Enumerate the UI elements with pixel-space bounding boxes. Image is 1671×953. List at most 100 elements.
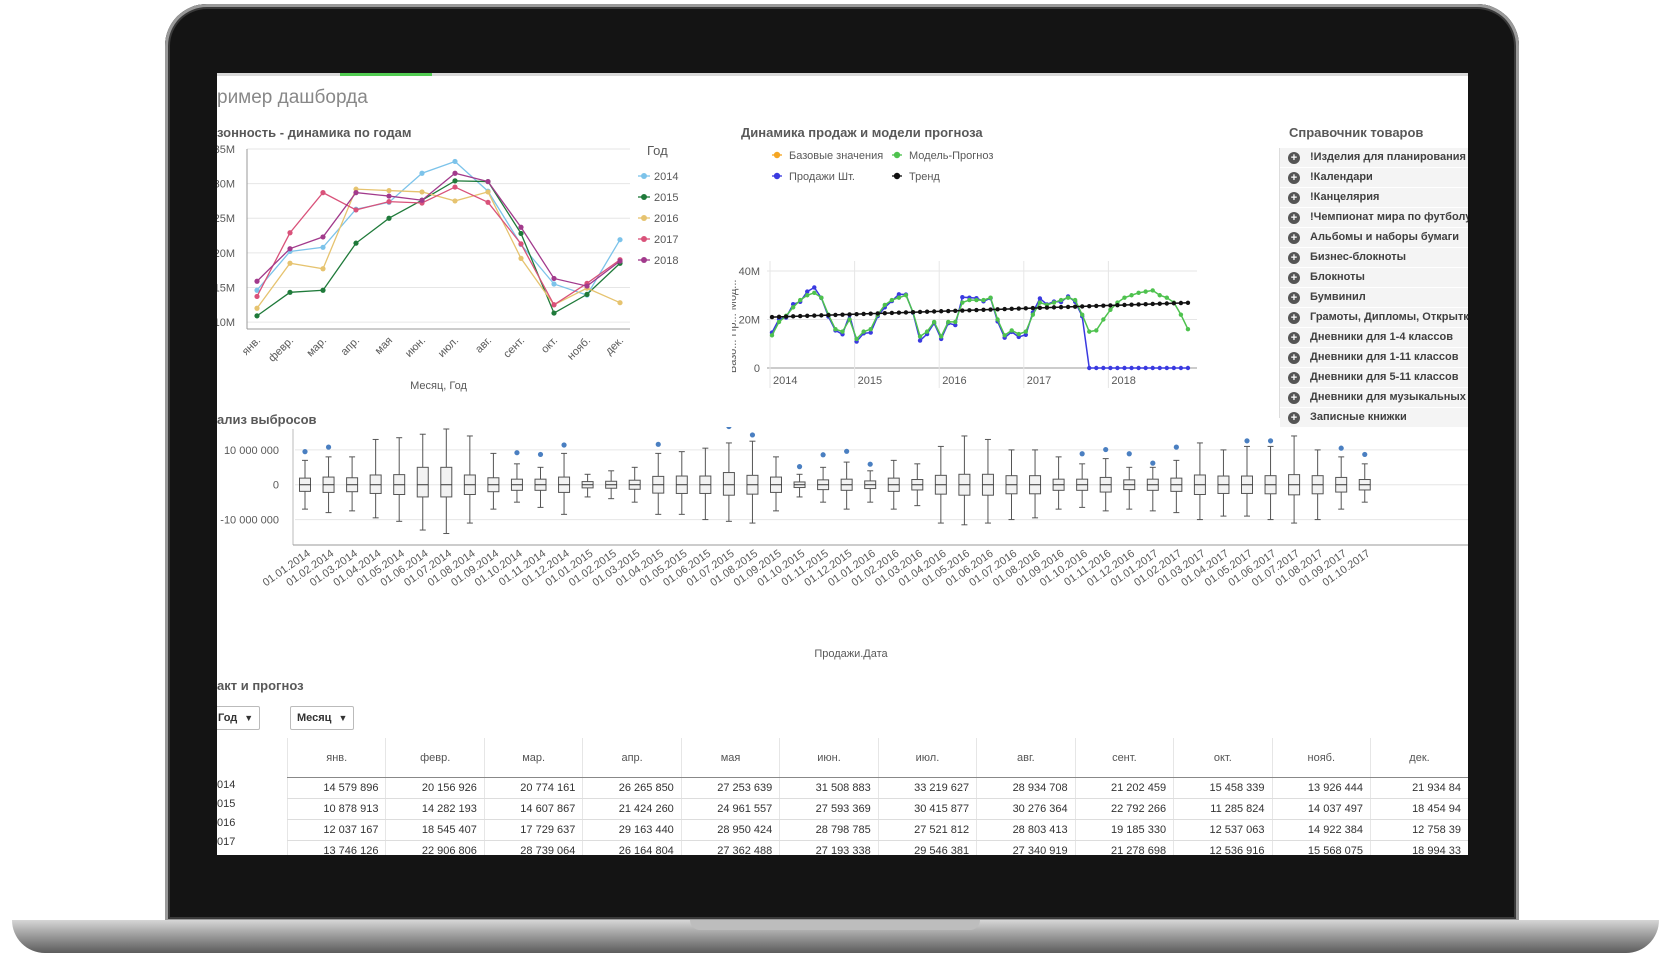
data-point	[995, 307, 1000, 312]
column-header[interactable]: мая	[680, 738, 780, 778]
catalog-item[interactable]: + !Изделия для планирования	[1280, 148, 1468, 168]
x-tick-label: мар.	[304, 335, 329, 360]
data-point	[1030, 305, 1036, 311]
column-header[interactable]: сент.	[1074, 738, 1174, 778]
column-header[interactable]: апр.	[582, 738, 682, 778]
outlier-point	[749, 432, 756, 438]
data-point	[981, 297, 986, 303]
catalog-item[interactable]: + Дневники для музыкальных школ	[1280, 388, 1468, 408]
data-point	[1164, 295, 1169, 300]
forecast-chart[interactable]: Базовые значения Модель-Прогноз Продажи Шт…	[732, 143, 1262, 413]
plus-circle-icon[interactable]: +	[1288, 151, 1300, 164]
legend-marker	[773, 172, 781, 180]
catalog-item-label: !Изделия для планирования	[1310, 151, 1466, 163]
column-header[interactable]: мар.	[483, 738, 583, 778]
plus-circle-icon[interactable]: +	[1288, 171, 1300, 184]
table-cell: 18 994 33	[1369, 840, 1468, 855]
catalog-item[interactable]: + Записные книжки	[1280, 408, 1468, 428]
column-header[interactable]: авг.	[976, 738, 1076, 778]
table-cell: 28 739 064	[483, 840, 583, 855]
plus-circle-icon[interactable]: +	[1288, 391, 1300, 404]
column-header[interactable]: нояб.	[1271, 738, 1371, 778]
plus-circle-icon[interactable]: +	[1288, 371, 1300, 384]
data-point	[826, 312, 831, 318]
data-point	[769, 314, 775, 320]
column-header[interactable]: окт.	[1173, 738, 1273, 778]
plus-circle-icon[interactable]: +	[1288, 411, 1300, 424]
data-point-2016	[518, 255, 524, 261]
x-tick-label: авг.	[473, 335, 494, 356]
data-point	[1023, 306, 1028, 311]
data-point-2018	[353, 190, 359, 196]
table-cell: 22 906 806	[385, 840, 485, 855]
data-point	[847, 317, 852, 322]
data-point	[910, 310, 916, 315]
y-tick-label: 20M	[217, 248, 235, 260]
plus-circle-icon[interactable]: +	[1288, 271, 1300, 284]
catalog-item[interactable]: + Грамоты, Дипломы, Открытки	[1280, 308, 1468, 328]
catalog-item[interactable]: + Дневники для 1-11 классов	[1280, 348, 1468, 368]
catalog-item[interactable]: + Дневники для 5-11 классов	[1280, 368, 1468, 388]
row-label: 015	[217, 798, 236, 810]
data-point	[1178, 312, 1184, 317]
catalog-item[interactable]: + !Канцелярия	[1280, 188, 1468, 208]
data-point	[1164, 301, 1169, 306]
plus-circle-icon[interactable]: +	[1288, 191, 1300, 204]
data-point	[1129, 302, 1134, 307]
data-point	[1101, 303, 1106, 308]
box	[440, 466, 453, 498]
data-point-2016	[452, 198, 458, 204]
data-point	[805, 313, 810, 319]
plus-circle-icon[interactable]: +	[1288, 291, 1300, 304]
seasonality-chart[interactable]: 10M15M20M25M30M35Mянв.февр.мар.апр.маяию…	[217, 141, 727, 421]
data-point	[1164, 365, 1169, 371]
catalog-item[interactable]: + !Календари	[1280, 168, 1468, 188]
y-tick-label: 25M	[217, 213, 235, 225]
table-cell: 24 961 557	[680, 798, 780, 820]
data-point	[1143, 289, 1148, 294]
plus-circle-icon[interactable]: +	[1288, 251, 1300, 264]
catalog-item[interactable]: + Альбомы и наборы бумаги	[1280, 228, 1468, 248]
plus-circle-icon[interactable]: +	[1288, 351, 1300, 364]
catalog-list[interactable]: + !Изделия для планирования + !Календари + !К…	[1279, 148, 1468, 428]
panel-title-forecast: Динамика продаж и модели прогноза	[741, 125, 983, 140]
y-tick-label: 0	[273, 480, 279, 492]
column-header[interactable]: дек.	[1369, 738, 1468, 778]
active-sheet-indicator[interactable]	[340, 73, 432, 76]
data-point-2018	[584, 283, 590, 289]
data-point	[1122, 365, 1127, 371]
data-point	[790, 314, 796, 319]
x-tick-label: июл.	[436, 335, 461, 360]
catalog-item[interactable]: + Блокноты	[1280, 268, 1468, 288]
plus-circle-icon[interactable]: +	[1288, 331, 1300, 344]
x-tick-label: нояб.	[565, 335, 593, 363]
column-header[interactable]: янв.	[286, 738, 386, 778]
table-cell: 26 265 850	[582, 777, 682, 799]
data-point	[776, 314, 782, 320]
column-header[interactable]: февр.	[385, 738, 485, 778]
column-header[interactable]: июн.	[779, 738, 879, 778]
data-point	[988, 307, 993, 312]
year-filter-dropdown[interactable]: Год ▼	[217, 706, 261, 730]
catalog-item[interactable]: + Дневники для 1-4 классов	[1280, 328, 1468, 348]
data-point	[1136, 365, 1141, 371]
month-filter-dropdown[interactable]: Месяц ▼	[290, 706, 355, 730]
table-cell: 31 508 883	[779, 777, 879, 799]
outlier-point	[1338, 445, 1344, 451]
catalog-item-label: Дневники для 1-11 классов	[1310, 351, 1459, 363]
data-point-2014	[419, 170, 425, 176]
plus-circle-icon[interactable]: +	[1288, 211, 1300, 224]
outliers-boxplot[interactable]: 10 000 0000-10 000 00001.01.201401.02.20…	[217, 427, 1468, 662]
catalog-item[interactable]: + Бизнес-блокноты	[1280, 248, 1468, 268]
data-point	[1157, 365, 1162, 371]
outlier-point	[325, 444, 332, 450]
x-tick-label: 2017	[1027, 375, 1051, 387]
data-point	[1108, 303, 1113, 308]
plus-circle-icon[interactable]: +	[1288, 231, 1300, 244]
catalog-item[interactable]: + Бумвинил	[1280, 288, 1468, 308]
column-header[interactable]: июл.	[877, 738, 977, 778]
catalog-item[interactable]: + !Чемпионат мира по футболу 2018	[1280, 208, 1468, 228]
legend-marker	[641, 236, 647, 242]
plus-circle-icon[interactable]: +	[1288, 311, 1300, 324]
data-point	[1037, 296, 1043, 301]
